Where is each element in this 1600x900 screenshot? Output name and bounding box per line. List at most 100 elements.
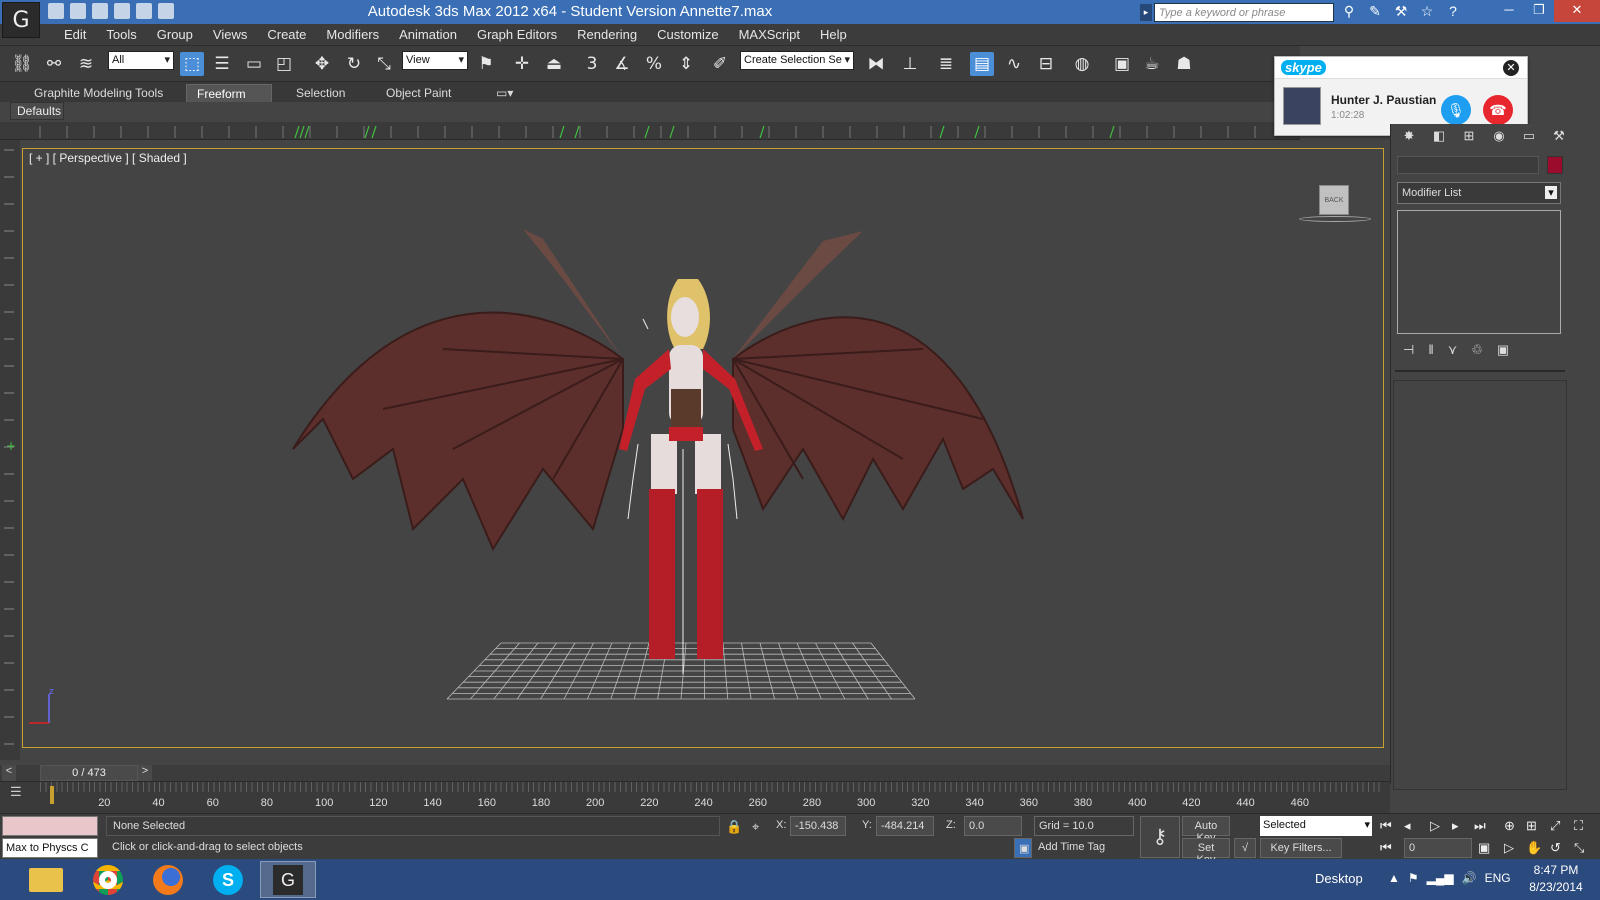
time-slider-next[interactable]: >	[138, 765, 152, 781]
rendered-frame-window-icon[interactable]: ☕	[1140, 52, 1164, 76]
default-tangent-icon[interactable]: √	[1234, 838, 1256, 858]
auto-key-button[interactable]: Auto Key	[1182, 816, 1230, 844]
close-button[interactable]: ✕	[1554, 0, 1600, 22]
skype-icon[interactable]: S	[200, 861, 256, 898]
absolute-mode-icon[interactable]: ⌖	[752, 819, 759, 835]
3dsmax-taskbar-icon[interactable]: G	[260, 861, 316, 898]
rotate-icon[interactable]: ↻	[342, 52, 366, 76]
object-name-field[interactable]	[1397, 156, 1539, 174]
set-key-icon[interactable]: ⚷	[1140, 816, 1180, 858]
snaps-toggle-icon[interactable]: 3	[580, 52, 604, 76]
tab-object-paint[interactable]: Object Paint	[376, 84, 461, 102]
tab-graphite-modeling-tools[interactable]: Graphite Modeling Tools	[24, 84, 173, 102]
current-frame-marker[interactable]	[50, 786, 54, 804]
tab-freeform[interactable]: Freeform	[186, 84, 272, 102]
align-icon[interactable]: ⊥	[898, 52, 922, 76]
time-tag-icon[interactable]: ▣	[1014, 838, 1032, 858]
select-by-name-icon[interactable]: ☰	[210, 52, 234, 76]
select-object-icon[interactable]: ⬚	[180, 52, 204, 76]
flag-icon[interactable]: ⚑	[1408, 871, 1419, 885]
menu-group[interactable]: Group	[147, 27, 203, 42]
select-and-link-icon[interactable]: ⛓	[10, 52, 34, 76]
key-mode-dropdown[interactable]: Selected	[1260, 816, 1372, 836]
search-expand-button[interactable]: ▸	[1140, 4, 1152, 21]
play-icon[interactable]: ▷	[1430, 818, 1440, 834]
pan-view-icon[interactable]: ✋	[1526, 840, 1542, 856]
zoom-icon[interactable]: ⊕	[1504, 818, 1515, 834]
reference-coordinate-dropdown[interactable]: View	[402, 51, 468, 70]
create-tab-icon[interactable]: ✸	[1399, 128, 1419, 146]
menu-modifiers[interactable]: Modifiers	[316, 27, 389, 42]
menu-maxscript[interactable]: MAXScript	[729, 27, 810, 42]
minimize-button[interactable]: ─	[1494, 0, 1524, 22]
viewcube-face[interactable]: BACK	[1319, 185, 1349, 215]
go-to-start-icon[interactable]: ⏮	[1380, 818, 1392, 834]
angle-snap-icon[interactable]: ∡	[610, 52, 634, 76]
time-slider-thumb[interactable]: 0 / 473	[40, 765, 138, 781]
show-end-result-icon[interactable]: ‖	[1428, 342, 1433, 358]
make-unique-icon[interactable]: ⋎	[1448, 342, 1458, 358]
go-to-end-icon[interactable]: ⏭	[1474, 818, 1486, 834]
zoom-extents-icon[interactable]: ⤢	[1550, 818, 1560, 834]
z-coordinate-field[interactable]: 0.0	[964, 816, 1022, 836]
menu-rendering[interactable]: Rendering	[567, 27, 647, 42]
bind-space-warp-icon[interactable]: ≋	[74, 52, 98, 76]
utilities-tab-icon[interactable]: ⚒	[1549, 128, 1569, 146]
menu-animation[interactable]: Animation	[389, 27, 467, 42]
modify-tab-icon[interactable]: ◧	[1429, 128, 1449, 146]
previous-frame-icon[interactable]: ◂	[1404, 818, 1411, 834]
display-tab-icon[interactable]: ▭	[1519, 128, 1539, 146]
app-menu-button[interactable]: G	[2, 2, 40, 38]
communication-icon[interactable]: ⚒	[1392, 3, 1410, 21]
time-slider-prev[interactable]: <	[2, 765, 16, 781]
current-frame-field[interactable]: 0	[1404, 838, 1472, 858]
selection-lock-icon[interactable]: 🔒	[726, 819, 742, 835]
menu-tools[interactable]: Tools	[96, 27, 146, 42]
time-configuration-icon[interactable]: ▣	[1478, 840, 1490, 856]
modifier-stack[interactable]	[1397, 210, 1561, 334]
key-mode-toggle-icon[interactable]: ⏮	[1380, 840, 1392, 856]
clock[interactable]: 8:47 PM 8/23/2014	[1524, 862, 1588, 896]
window-crossing-icon[interactable]: ◰	[272, 52, 296, 76]
perspective-viewport[interactable]: [ + ] [ Perspective ] [ Shaded ] z BACK	[22, 148, 1384, 748]
spinner-snap-icon[interactable]: ⇕	[674, 52, 698, 76]
orbit-icon[interactable]: ↺	[1550, 840, 1561, 856]
maximize-viewport-icon[interactable]: ⤡	[1574, 840, 1584, 856]
subscription-icon[interactable]: ✎	[1366, 3, 1384, 21]
close-icon[interactable]: ✕	[1503, 60, 1519, 76]
defaults-panel-label[interactable]: Defaults	[10, 102, 64, 120]
microphone-icon[interactable]: 🎙	[1441, 95, 1471, 125]
menu-customize[interactable]: Customize	[647, 27, 728, 42]
rectangular-selection-icon[interactable]: ▭	[242, 52, 266, 76]
menu-graph-editors[interactable]: Graph Editors	[467, 27, 567, 42]
chrome-icon[interactable]	[80, 861, 136, 898]
volume-icon[interactable]: 🔊	[1462, 871, 1477, 885]
zoom-all-icon[interactable]: ⊞	[1526, 818, 1537, 834]
viewcube-ring[interactable]	[1299, 216, 1371, 222]
named-selection-sets-input[interactable]: Create Selection Se	[740, 51, 854, 70]
menu-edit[interactable]: Edit	[54, 27, 96, 42]
set-key-button[interactable]: Set Key	[1182, 838, 1230, 866]
favorites-star-icon[interactable]: ☆	[1418, 3, 1436, 21]
field-of-view-icon[interactable]: ▷	[1504, 840, 1514, 856]
network-icon[interactable]: ▂▄▆	[1427, 871, 1454, 885]
desktop-toolbar[interactable]: Desktop	[1315, 871, 1363, 886]
zoom-extents-all-icon[interactable]: ⛶	[1574, 818, 1583, 834]
material-editor-icon[interactable]: ◍	[1070, 52, 1094, 76]
select-manipulate-icon[interactable]: ✛	[510, 52, 534, 76]
add-time-tag[interactable]: Add Time Tag	[1034, 838, 1134, 858]
selection-filter-dropdown[interactable]: All	[108, 51, 174, 70]
configure-sets-icon[interactable]: ▣	[1497, 342, 1509, 358]
schematic-view-icon[interactable]: ⊟	[1034, 52, 1058, 76]
layer-manager-icon[interactable]: ≣	[934, 52, 958, 76]
tab-selection[interactable]: Selection	[286, 84, 355, 102]
search-input[interactable]: Type a keyword or phrase	[1154, 3, 1334, 22]
maxscript-listener-input[interactable]: Max to Physcs C	[2, 838, 98, 858]
language-indicator[interactable]: ENG	[1485, 871, 1511, 885]
graphite-toggle-icon[interactable]: ▤	[970, 52, 994, 76]
y-coordinate-field[interactable]: -484.214	[876, 816, 934, 836]
render-production-icon[interactable]: ☗	[1172, 52, 1196, 76]
next-frame-icon[interactable]: ▸	[1452, 818, 1459, 834]
pivot-center-icon[interactable]: ⚑	[474, 52, 498, 76]
remove-modifier-icon[interactable]: ♲	[1471, 342, 1483, 358]
